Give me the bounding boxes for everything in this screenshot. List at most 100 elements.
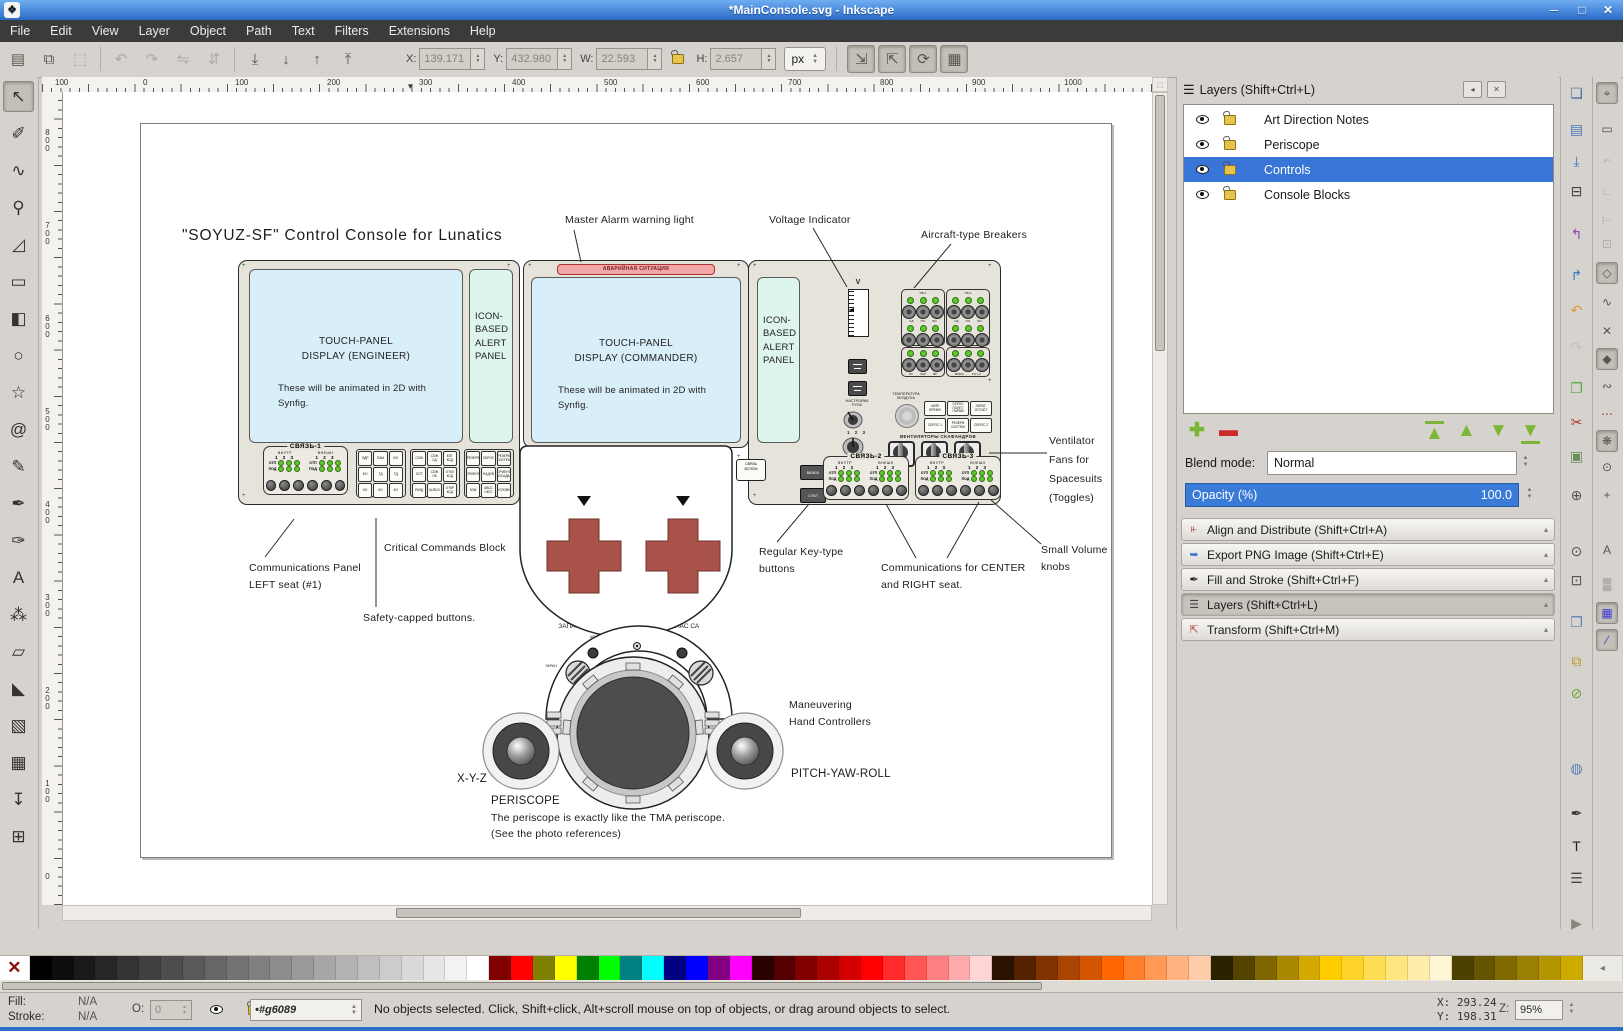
eraser-tool[interactable]: ▱ xyxy=(3,636,34,667)
layer-lock-icon[interactable] xyxy=(1224,115,1236,125)
current-layer-select[interactable]: •#g6089▲▼ xyxy=(250,999,362,1021)
color-swatch[interactable] xyxy=(1102,956,1124,980)
opacity-spinner[interactable]: ▲▼ xyxy=(1523,487,1536,501)
palette-scrollbar-thumb[interactable] xyxy=(2,982,1042,990)
color-swatch[interactable] xyxy=(1277,956,1299,980)
color-swatch[interactable] xyxy=(927,956,949,980)
color-swatch[interactable] xyxy=(336,956,358,980)
color-swatch[interactable] xyxy=(774,956,796,980)
color-swatch[interactable] xyxy=(380,956,402,980)
spray-tool[interactable]: ⁂ xyxy=(3,599,34,630)
color-swatch[interactable] xyxy=(795,956,817,980)
layer-lock-icon[interactable] xyxy=(1224,190,1236,200)
color-swatch[interactable] xyxy=(1364,956,1386,980)
color-swatch[interactable] xyxy=(445,956,467,980)
export-icon[interactable]: ↱ xyxy=(1564,263,1589,288)
h-field-spinner[interactable]: ▲▼ xyxy=(762,48,776,70)
close-button[interactable]: ✕ xyxy=(1595,0,1621,20)
zoom-selection-icon[interactable]: ⊕ xyxy=(1564,483,1589,508)
color-swatch[interactable] xyxy=(424,956,446,980)
snap-text-baseline-icon[interactable]: A xyxy=(1596,539,1618,561)
color-swatch[interactable] xyxy=(949,956,971,980)
select-all-layers-icon[interactable]: ⧉ xyxy=(35,45,63,73)
spiral-tool[interactable]: @ xyxy=(3,414,34,445)
horizontal-scrollbar[interactable] xyxy=(62,905,1152,921)
connector-tool[interactable]: ⊞ xyxy=(3,821,34,852)
menu-path[interactable]: Path xyxy=(236,20,282,42)
snap-smooth-nodes-icon[interactable]: ∾ xyxy=(1596,375,1618,397)
color-swatch[interactable] xyxy=(1233,956,1255,980)
color-swatch[interactable] xyxy=(1561,956,1583,980)
x-field-spinner[interactable]: ▲▼ xyxy=(471,48,485,70)
layer-visibility-icon[interactable] xyxy=(210,1005,223,1014)
snap-nodes-icon[interactable]: ◇ xyxy=(1596,262,1618,284)
unit-select[interactable]: px▲▼ xyxy=(784,47,826,71)
export-png-bar[interactable]: ➥Export PNG Image (Shift+Ctrl+E)▴ xyxy=(1181,543,1555,566)
fill-stroke-dialog-icon[interactable]: ✒ xyxy=(1564,801,1589,826)
node-tool[interactable]: ✐ xyxy=(3,118,34,149)
palette-scrollbar[interactable] xyxy=(0,981,1623,992)
color-swatch[interactable] xyxy=(30,956,52,980)
svg-page[interactable]: "SOYUZ-SF" Control Console for Lunatics … xyxy=(140,123,1112,858)
horizontal-ruler[interactable]: 10001002003004005006007008009001000▾ xyxy=(42,77,1152,93)
snap-others-icon[interactable]: ❋ xyxy=(1596,430,1618,452)
minimize-button[interactable]: ─ xyxy=(1541,0,1567,20)
menu-edit[interactable]: Edit xyxy=(40,20,82,42)
raise-icon[interactable]: ↑ xyxy=(303,45,331,73)
snap-cusp-nodes-icon[interactable]: ◆ xyxy=(1596,348,1618,370)
unlink-clone-icon[interactable]: ⊘ xyxy=(1564,681,1589,706)
scale-corners-icon[interactable]: ▦ xyxy=(940,45,968,73)
snap-midpoints-icon[interactable]: ⋯ xyxy=(1596,403,1618,425)
star-tool[interactable]: ☆ xyxy=(3,377,34,408)
color-swatch[interactable] xyxy=(205,956,227,980)
layer-lock-icon[interactable] xyxy=(1224,140,1236,150)
gradient-tool[interactable]: ▧ xyxy=(3,710,34,741)
vertical-scrollbar[interactable] xyxy=(1152,92,1168,905)
color-swatch[interactable] xyxy=(686,956,708,980)
pen-tool[interactable]: ✒ xyxy=(3,488,34,519)
pencil-tool[interactable]: ✎ xyxy=(3,451,34,482)
color-swatch[interactable] xyxy=(1408,956,1430,980)
no-color-swatch[interactable]: ✕ xyxy=(0,956,30,980)
lower-icon[interactable]: ↓ xyxy=(272,45,300,73)
snap-paths-icon[interactable]: ∿ xyxy=(1596,291,1618,313)
zoom-spinner[interactable]: ▲▼ xyxy=(1565,1002,1578,1016)
snap-bbox-icon[interactable]: ▭ xyxy=(1596,118,1618,140)
document-properties-icon[interactable]: ◍ xyxy=(1564,756,1589,781)
color-swatch[interactable] xyxy=(555,956,577,980)
menu-text[interactable]: Text xyxy=(282,20,325,42)
color-swatch[interactable] xyxy=(52,956,74,980)
blend-mode-select[interactable]: Normal xyxy=(1267,451,1517,475)
tweak-tool[interactable]: ∿ xyxy=(3,155,34,186)
snap-grids-icon[interactable]: ▦ xyxy=(1596,602,1618,624)
layer-row-controls[interactable]: Controls xyxy=(1184,157,1553,182)
color-swatch[interactable] xyxy=(642,956,664,980)
undo-icon[interactable]: ↶ xyxy=(1564,298,1589,323)
color-swatch[interactable] xyxy=(817,956,839,980)
zoom-field[interactable]: 95% xyxy=(1515,1000,1563,1020)
text-dialog-icon[interactable]: T xyxy=(1564,833,1589,858)
color-swatch[interactable] xyxy=(314,956,336,980)
snap-guides-icon[interactable]: ∕ xyxy=(1596,629,1618,651)
canvas[interactable]: "SOYUZ-SF" Control Console for Lunatics … xyxy=(63,92,1152,905)
layers-bar[interactable]: ☰Layers (Shift+Ctrl+L)▴ xyxy=(1181,593,1555,616)
select-all-icon[interactable]: ▤ xyxy=(4,45,32,73)
visibility-eye-icon[interactable] xyxy=(1196,190,1209,199)
color-swatch[interactable] xyxy=(752,956,774,980)
visibility-eye-icon[interactable] xyxy=(1196,115,1209,124)
dock-close-button[interactable]: ✕ xyxy=(1487,81,1506,98)
color-swatch[interactable] xyxy=(1058,956,1080,980)
snap-rotation-centers-icon[interactable]: + xyxy=(1596,484,1618,506)
new-document-icon[interactable]: ❏ xyxy=(1564,81,1589,106)
zoom-page-icon[interactable]: ⊡ xyxy=(1564,568,1589,593)
menu-extensions[interactable]: Extensions xyxy=(379,20,460,42)
color-swatch[interactable] xyxy=(577,956,599,980)
menu-layer[interactable]: Layer xyxy=(129,20,180,42)
color-swatch[interactable] xyxy=(1430,956,1452,980)
color-swatch[interactable] xyxy=(861,956,883,980)
move-gradients-icon[interactable]: ⇲ xyxy=(847,45,875,73)
layer-row-periscope[interactable]: Periscope xyxy=(1184,132,1553,157)
visibility-eye-icon[interactable] xyxy=(1196,165,1209,174)
print-icon[interactable]: ⊟ xyxy=(1564,179,1589,204)
color-swatch[interactable] xyxy=(1474,956,1496,980)
